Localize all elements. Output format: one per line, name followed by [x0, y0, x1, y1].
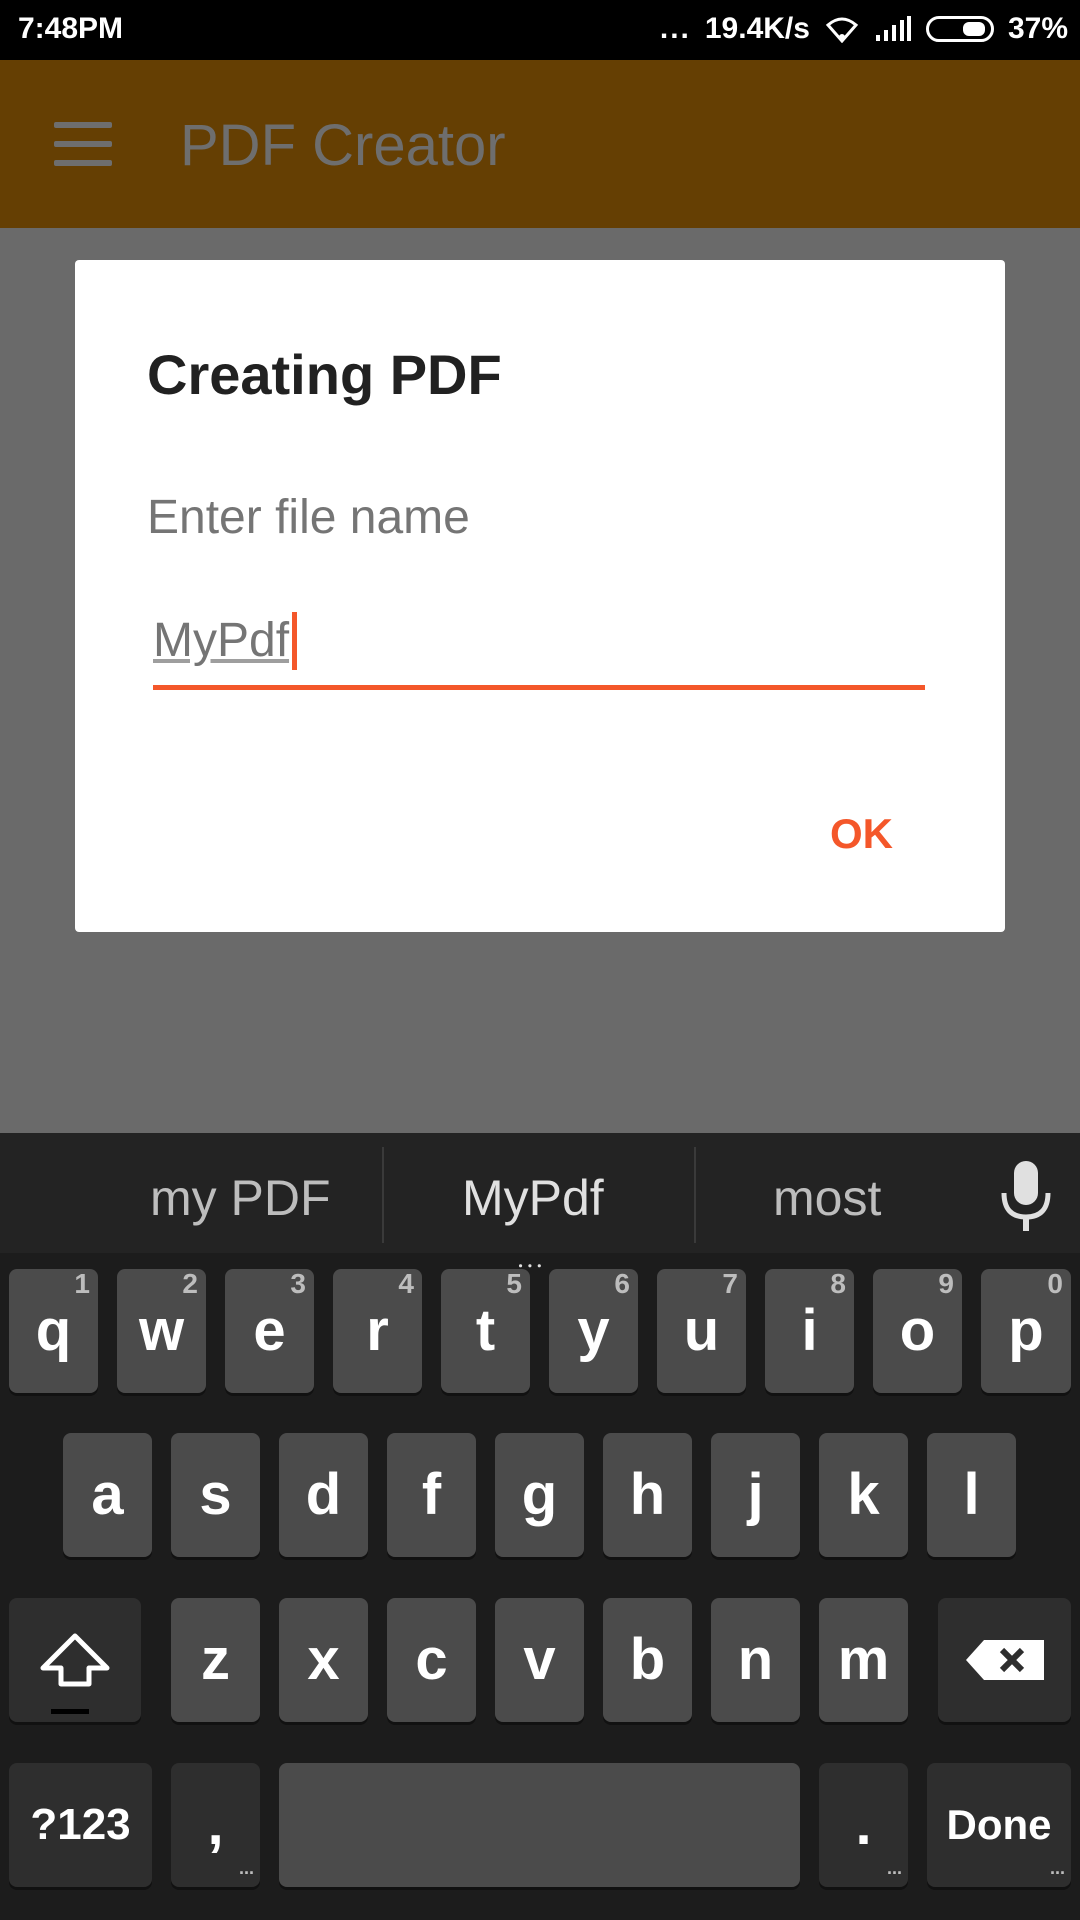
key-m[interactable]: m [819, 1598, 908, 1722]
signal-icon [875, 16, 911, 41]
key-h[interactable]: h [603, 1433, 692, 1557]
status-time: 7:48PM [18, 12, 124, 45]
done-key[interactable]: Done ... [927, 1763, 1071, 1887]
key-k[interactable]: k [819, 1433, 908, 1557]
key-w[interactable]: w2 [117, 1269, 206, 1393]
create-pdf-dialog: Creating PDF Enter file name OK [75, 260, 1005, 932]
key-b[interactable]: b [603, 1598, 692, 1722]
more-options-dots: ... [886, 1858, 902, 1878]
microphone-icon[interactable] [1000, 1161, 1052, 1231]
key-a[interactable]: a [63, 1433, 152, 1557]
file-name-input[interactable] [153, 600, 925, 680]
key-i[interactable]: i8 [765, 1269, 854, 1393]
key-u[interactable]: u7 [657, 1269, 746, 1393]
backspace-icon [965, 1640, 1044, 1680]
status-bar: 7:48PM ... 19.4K/s 37% [0, 0, 1080, 60]
key-y[interactable]: y6 [549, 1269, 638, 1393]
notification-dots: ... [659, 12, 691, 45]
key-n[interactable]: n [711, 1598, 800, 1722]
key-d[interactable]: d [279, 1433, 368, 1557]
wifi-icon [825, 17, 859, 43]
comma-key[interactable]: , ... [171, 1763, 260, 1887]
key-x[interactable]: x [279, 1598, 368, 1722]
key-p[interactable]: p0 [981, 1269, 1071, 1393]
key-q[interactable]: q1 [9, 1269, 98, 1393]
shift-arrow-icon [40, 1633, 110, 1687]
suggestion-1[interactable]: my PDF [150, 1169, 331, 1227]
battery-icon [925, 16, 994, 42]
ok-button[interactable]: OK [830, 810, 893, 858]
symbols-key[interactable]: ?123 [9, 1763, 152, 1887]
app-bar: PDF Creator [0, 60, 1080, 228]
suggestion-divider [694, 1147, 696, 1243]
suggestion-2[interactable]: MyPdf [462, 1169, 604, 1227]
more-options-dots: ... [1049, 1858, 1065, 1878]
input-underline [153, 685, 925, 690]
app-title: PDF Creator [180, 113, 506, 178]
key-j[interactable]: j [711, 1433, 800, 1557]
key-c[interactable]: c [387, 1598, 476, 1722]
key-l[interactable]: l [927, 1433, 1016, 1557]
dialog-title: Creating PDF [147, 343, 502, 406]
shift-key[interactable] [9, 1598, 141, 1722]
suggestion-3[interactable]: most [773, 1169, 881, 1227]
key-f[interactable]: f [387, 1433, 476, 1557]
suggestion-strip: my PDF MyPdf ... most [0, 1133, 1080, 1274]
status-indicators: ... 19.4K/s 37% [660, 12, 1068, 46]
more-options-dots: ... [238, 1858, 254, 1878]
network-speed: 19.4K/s [704, 12, 810, 45]
key-g[interactable]: g [495, 1433, 584, 1557]
space-key[interactable] [279, 1763, 800, 1887]
dialog-message: Enter file name [147, 491, 470, 544]
key-t[interactable]: t5 [441, 1269, 530, 1393]
key-s[interactable]: s [171, 1433, 260, 1557]
text-cursor [292, 612, 297, 670]
period-key[interactable]: . ... [819, 1763, 908, 1887]
hamburger-menu-icon[interactable] [54, 122, 112, 166]
soft-keyboard: my PDF MyPdf ... most q1 w2 e3 r4 t5 y6 … [0, 1133, 1080, 1920]
key-e[interactable]: e3 [225, 1269, 314, 1393]
key-v[interactable]: v [495, 1598, 584, 1722]
backspace-key[interactable] [938, 1598, 1071, 1722]
key-r[interactable]: r4 [333, 1269, 422, 1393]
suggestion-divider [382, 1147, 384, 1243]
key-o[interactable]: o9 [873, 1269, 962, 1393]
battery-percent: 37% [1007, 12, 1068, 45]
key-z[interactable]: z [171, 1598, 260, 1722]
